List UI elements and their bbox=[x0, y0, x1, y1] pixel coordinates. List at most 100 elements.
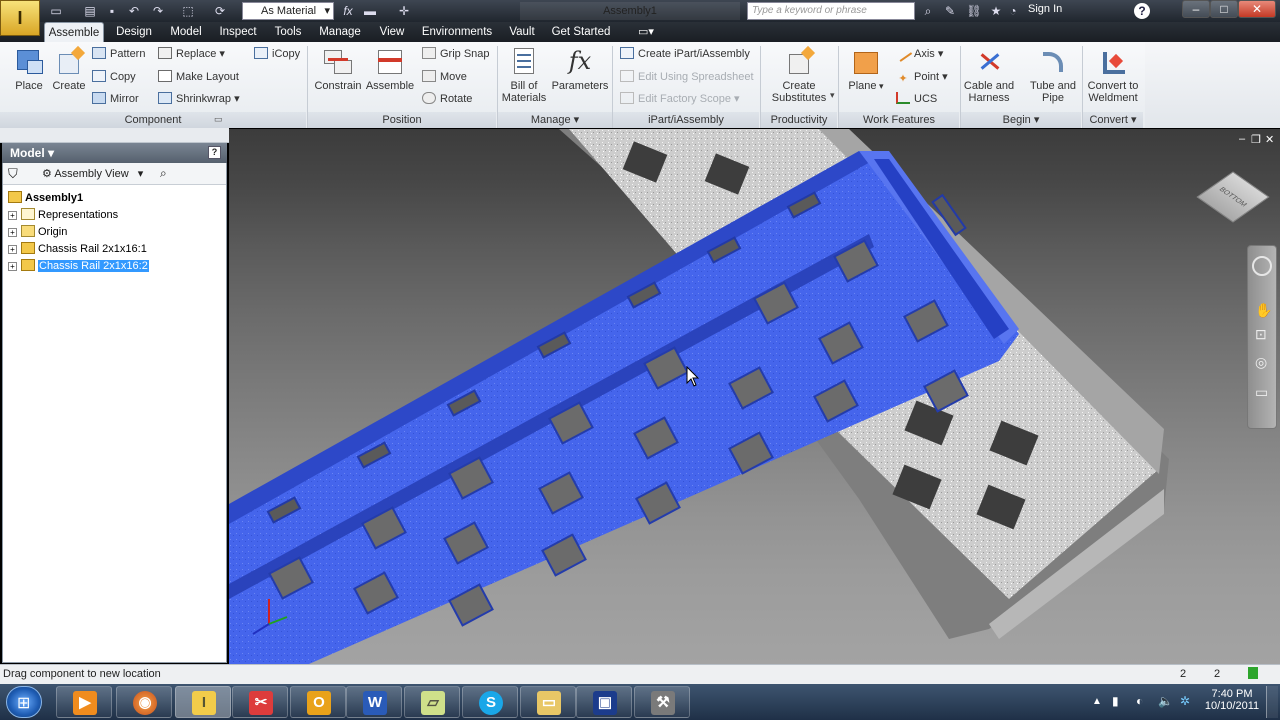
chevron-down-icon[interactable]: ▾ bbox=[830, 90, 835, 101]
pan-icon[interactable]: ✋ bbox=[1255, 302, 1272, 319]
assemble-button[interactable]: Assemble bbox=[362, 44, 418, 92]
tab-environments[interactable]: Environments bbox=[418, 22, 496, 42]
copy-button[interactable]: Copy bbox=[92, 70, 136, 83]
crosshair-icon[interactable]: ✛ bbox=[396, 3, 412, 19]
new-icon[interactable]: ▭ bbox=[48, 3, 64, 19]
steering-wheel-icon[interactable] bbox=[1252, 256, 1272, 276]
create-substitutes-button[interactable]: Create Substitutes bbox=[766, 44, 832, 104]
application-menu-button[interactable]: I bbox=[0, 0, 40, 36]
create-component-button[interactable]: Create bbox=[42, 44, 96, 92]
taskbar-explorer[interactable]: ▭ bbox=[520, 686, 576, 718]
taskbar-tool[interactable]: ⚒ bbox=[634, 686, 690, 718]
taskbar-inventor[interactable]: I bbox=[175, 686, 231, 718]
viewport-minimize-icon[interactable]: – bbox=[1239, 133, 1245, 145]
open-icon[interactable]: ▤ bbox=[82, 3, 98, 19]
bluetooth-icon[interactable]: ✲ bbox=[1180, 694, 1190, 708]
move-button[interactable]: Move bbox=[422, 70, 467, 83]
start-button[interactable]: ⊞ bbox=[6, 686, 42, 718]
tube-pipe-button[interactable]: Tube and Pipe bbox=[1024, 44, 1082, 104]
parameters-button[interactable]: fx Parameters bbox=[550, 44, 610, 92]
ucs-button[interactable]: UCS bbox=[896, 92, 937, 105]
sign-in-link[interactable]: Sign In bbox=[1028, 3, 1062, 15]
tab-design[interactable]: Design bbox=[110, 22, 158, 42]
look-at-icon[interactable]: ▭ bbox=[1255, 384, 1268, 401]
tree-item-representations[interactable]: + Representations bbox=[8, 207, 118, 223]
tab-assemble[interactable]: Assemble bbox=[44, 22, 104, 42]
select-icon[interactable]: ⬚ bbox=[180, 3, 196, 19]
tray-expand-icon[interactable]: ▲ bbox=[1092, 696, 1102, 707]
taskbar-firefox[interactable]: ◉ bbox=[116, 686, 172, 718]
tab-manage[interactable]: Manage bbox=[314, 22, 366, 42]
tab-inspect[interactable]: Inspect bbox=[214, 22, 262, 42]
taskbar-remote[interactable]: ▣ bbox=[576, 686, 632, 718]
clock[interactable]: 7:40 PM 10/10/2011 bbox=[1204, 688, 1260, 712]
update-icon[interactable]: ⟳ bbox=[212, 3, 228, 19]
manage-panel-label[interactable]: Manage ▾ bbox=[498, 112, 612, 128]
assembly-view-dropdown[interactable]: ⚙ Assembly View ▾ bbox=[42, 167, 143, 180]
binoculars-icon[interactable]: ⌕ bbox=[160, 166, 167, 181]
zoom-icon[interactable]: ⊡ bbox=[1255, 326, 1267, 343]
tree-item-chassis-rail-2[interactable]: + Chassis Rail 2x1x16:2 bbox=[8, 258, 149, 274]
show-desktop-button[interactable] bbox=[1266, 686, 1278, 718]
viewport-restore-icon[interactable]: ❐ bbox=[1251, 133, 1261, 146]
taskbar-skype[interactable]: S bbox=[462, 686, 518, 718]
taskbar-word[interactable]: W bbox=[346, 686, 402, 718]
taskbar-media-player[interactable]: ▶ bbox=[56, 686, 112, 718]
undo-icon[interactable]: ↶ bbox=[126, 3, 142, 19]
mirror-button[interactable]: Mirror bbox=[92, 92, 139, 105]
plane-button[interactable]: Plane ▾ bbox=[840, 44, 892, 92]
binoculars-icon[interactable]: ⌕ bbox=[920, 3, 936, 19]
tray-app-icon[interactable]: ◐ bbox=[1136, 694, 1143, 708]
save-icon[interactable]: ▪ bbox=[104, 3, 120, 19]
star-icon[interactable]: ★ bbox=[988, 3, 1004, 19]
make-layout-button[interactable]: Make Layout bbox=[158, 70, 239, 83]
pattern-button[interactable]: Pattern bbox=[92, 47, 145, 60]
tab-view[interactable]: View bbox=[372, 22, 412, 42]
create-ipart-button[interactable]: Create iPart/iAssembly bbox=[620, 47, 750, 60]
tree-item-chassis-rail-1[interactable]: + Chassis Rail 2x1x16:1 bbox=[8, 241, 147, 257]
color-icon[interactable]: ▬ bbox=[362, 3, 378, 19]
minimize-button[interactable]: – bbox=[1182, 0, 1210, 18]
wrench-icon[interactable]: ✎ bbox=[942, 3, 958, 19]
link-icon[interactable]: ⛓ bbox=[966, 3, 982, 19]
icopy-button[interactable]: iCopy bbox=[254, 47, 300, 60]
model-browser-header[interactable]: Model ▾ bbox=[2, 143, 227, 163]
volume-icon[interactable]: 🔈 bbox=[1158, 694, 1173, 708]
help-icon[interactable]: ? bbox=[208, 146, 221, 159]
orbit-icon[interactable]: ◎ bbox=[1255, 354, 1267, 371]
convert-weldment-button[interactable]: Convert to Weldment bbox=[1082, 44, 1144, 104]
replace-button[interactable]: Replace ▾ bbox=[158, 47, 225, 60]
tray-network-icon[interactable]: ▮ bbox=[1112, 694, 1119, 708]
close-button[interactable]: ✕ bbox=[1238, 0, 1276, 18]
taskbar-snipping[interactable]: ✂ bbox=[232, 686, 288, 718]
grip-snap-button[interactable]: Grip Snap bbox=[422, 47, 490, 60]
taskbar-outlook[interactable]: O bbox=[290, 686, 346, 718]
shrinkwrap-button[interactable]: Shrinkwrap ▾ bbox=[158, 92, 240, 105]
redo-icon[interactable]: ↷ bbox=[150, 3, 166, 19]
filter-icon[interactable]: ⛉ bbox=[8, 166, 18, 182]
rotate-button[interactable]: Rotate bbox=[422, 92, 472, 105]
axis-button[interactable]: Axis ▾ bbox=[893, 44, 943, 62]
cable-harness-button[interactable]: Cable and Harness bbox=[960, 44, 1018, 104]
material-dropdown[interactable]: As Material ▾ bbox=[242, 2, 334, 20]
tab-model[interactable]: Model bbox=[164, 22, 208, 42]
taskbar-notes[interactable]: ▱ bbox=[404, 686, 460, 718]
maximize-button[interactable]: □ bbox=[1210, 0, 1238, 18]
tree-root-assembly[interactable]: Assembly1 bbox=[8, 190, 83, 206]
constrain-button[interactable]: Constrain bbox=[310, 44, 366, 92]
tab-vault[interactable]: Vault bbox=[502, 22, 542, 42]
convert-panel-label[interactable]: Convert ▾ bbox=[1083, 112, 1143, 128]
bill-of-materials-button[interactable]: Bill of Materials bbox=[498, 44, 550, 104]
ribbon-options-icon[interactable]: ▭▾ bbox=[638, 25, 654, 38]
tab-tools[interactable]: Tools bbox=[268, 22, 308, 42]
search-input[interactable]: Type a keyword or phrase bbox=[747, 2, 915, 20]
viewport-close-icon[interactable]: ✕ bbox=[1265, 133, 1274, 146]
tab-get-started[interactable]: Get Started bbox=[548, 22, 614, 42]
pin-icon[interactable]: ▭ bbox=[214, 114, 223, 125]
begin-panel-label[interactable]: Begin ▾ bbox=[961, 112, 1081, 128]
fx-icon[interactable]: fx bbox=[340, 3, 356, 19]
graphics-viewport[interactable]: BOTTOM ✋ ⊡ ◎ ▭ – ❐ ✕ bbox=[229, 129, 1280, 664]
help-icon[interactable]: ? bbox=[1134, 3, 1150, 19]
point-button[interactable]: ✦ Point ▾ bbox=[896, 70, 947, 85]
tree-item-origin[interactable]: + Origin bbox=[8, 224, 67, 240]
